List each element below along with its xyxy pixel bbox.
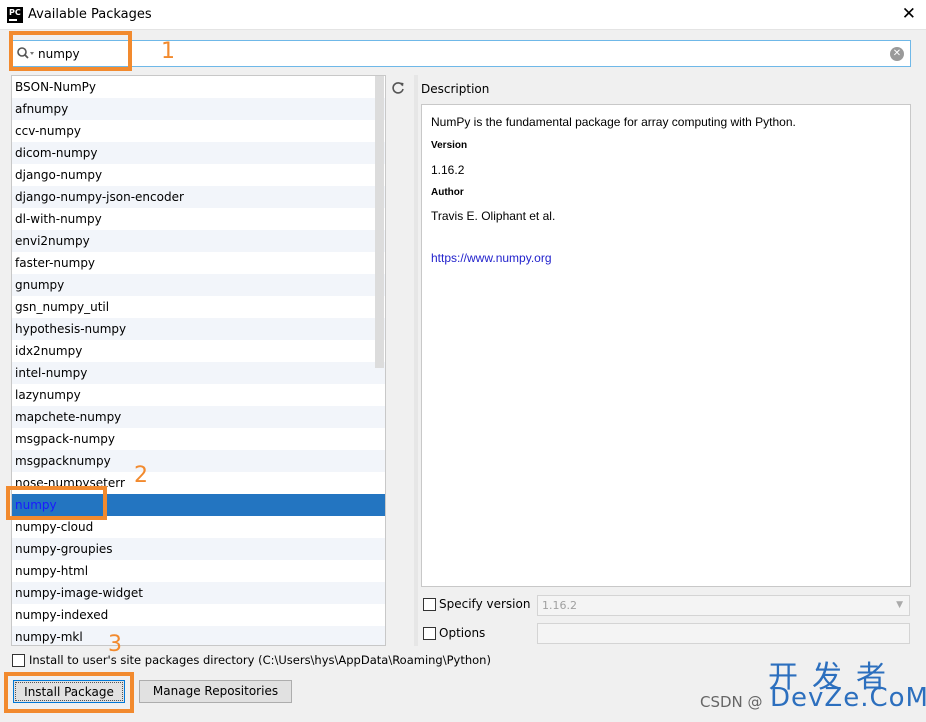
package-row[interactable]: ccv-numpy: [12, 120, 385, 142]
annotation-box-2: [6, 486, 107, 520]
author-heading: Author: [431, 187, 464, 198]
package-list[interactable]: BSON-NumPy afnumpy ccv-numpy dicom-numpy dja…: [11, 75, 386, 646]
package-row[interactable]: mapchete-numpy: [12, 406, 385, 428]
package-row[interactable]: django-numpy-json-encoder: [12, 186, 385, 208]
annotation-number-2: 2: [134, 463, 148, 488]
package-row[interactable]: numpy-indexed: [12, 604, 385, 626]
version-heading: Version: [431, 140, 468, 151]
package-row[interactable]: lazynumpy: [12, 384, 385, 406]
version-value: 1.16.2: [431, 163, 465, 177]
package-row[interactable]: numpy-groupies: [12, 538, 385, 560]
annotation-box-1: [9, 31, 132, 71]
install-user-checkbox[interactable]: [12, 654, 25, 667]
window-title: Available Packages: [28, 7, 152, 22]
pycharm-icon: PC: [7, 7, 23, 23]
package-row[interactable]: numpy-mkl: [12, 626, 385, 645]
package-row[interactable]: numpy-html: [12, 560, 385, 582]
specify-version-checkbox[interactable]: [423, 598, 436, 611]
chevron-down-icon: ▼: [896, 600, 903, 610]
package-row[interactable]: dicom-numpy: [12, 142, 385, 164]
annotation-number-1: 1: [161, 39, 175, 64]
options-checkbox[interactable]: [423, 627, 436, 640]
annotation-number-3: 3: [108, 632, 122, 657]
search-box[interactable]: ✕: [11, 40, 911, 67]
close-button[interactable]: ✕: [902, 4, 916, 24]
package-row[interactable]: intel-numpy: [12, 362, 385, 384]
package-row[interactable]: idx2numpy: [12, 340, 385, 362]
refresh-icon[interactable]: [390, 80, 406, 96]
version-select-value: 1.16.2: [542, 599, 577, 612]
package-row[interactable]: msgpack-numpy: [12, 428, 385, 450]
options-label: Options: [439, 626, 486, 640]
list-scrollbar-thumb[interactable]: [375, 76, 384, 368]
watermark-csdn: CSDN @: [700, 693, 763, 711]
package-row[interactable]: gsn_numpy_util: [12, 296, 385, 318]
manage-repositories-button[interactable]: Manage Repositories: [139, 680, 292, 703]
package-row[interactable]: numpy-image-widget: [12, 582, 385, 604]
package-row[interactable]: hypothesis-numpy: [12, 318, 385, 340]
description-label: Description: [421, 82, 490, 96]
description-panel: NumPy is the fundamental package for arr…: [421, 104, 911, 587]
annotation-box-3: [4, 672, 134, 713]
package-row[interactable]: dl-with-numpy: [12, 208, 385, 230]
author-value: Travis E. Oliphant et al.: [431, 209, 556, 223]
specify-version-label: Specify version: [439, 597, 531, 611]
clear-search-icon[interactable]: ✕: [890, 47, 904, 61]
package-row[interactable]: faster-numpy: [12, 252, 385, 274]
homepage-link[interactable]: https://www.numpy.org: [431, 251, 552, 265]
package-row[interactable]: msgpacknumpy: [12, 450, 385, 472]
options-input[interactable]: [537, 623, 910, 644]
package-row[interactable]: envi2numpy: [12, 230, 385, 252]
package-row[interactable]: django-numpy: [12, 164, 385, 186]
package-row[interactable]: afnumpy: [12, 98, 385, 120]
install-user-label: Install to user's site packages director…: [29, 653, 491, 667]
version-select[interactable]: 1.16.2 ▼: [537, 595, 910, 616]
splitter[interactable]: [414, 75, 418, 646]
package-row[interactable]: BSON-NumPy: [12, 76, 385, 98]
package-row[interactable]: gnumpy: [12, 274, 385, 296]
list-toolbar: [386, 75, 412, 646]
package-summary: NumPy is the fundamental package for arr…: [431, 115, 796, 129]
watermark-devze: DevZe.CoM: [770, 683, 926, 713]
title-bar: PC Available Packages ✕: [0, 0, 926, 30]
